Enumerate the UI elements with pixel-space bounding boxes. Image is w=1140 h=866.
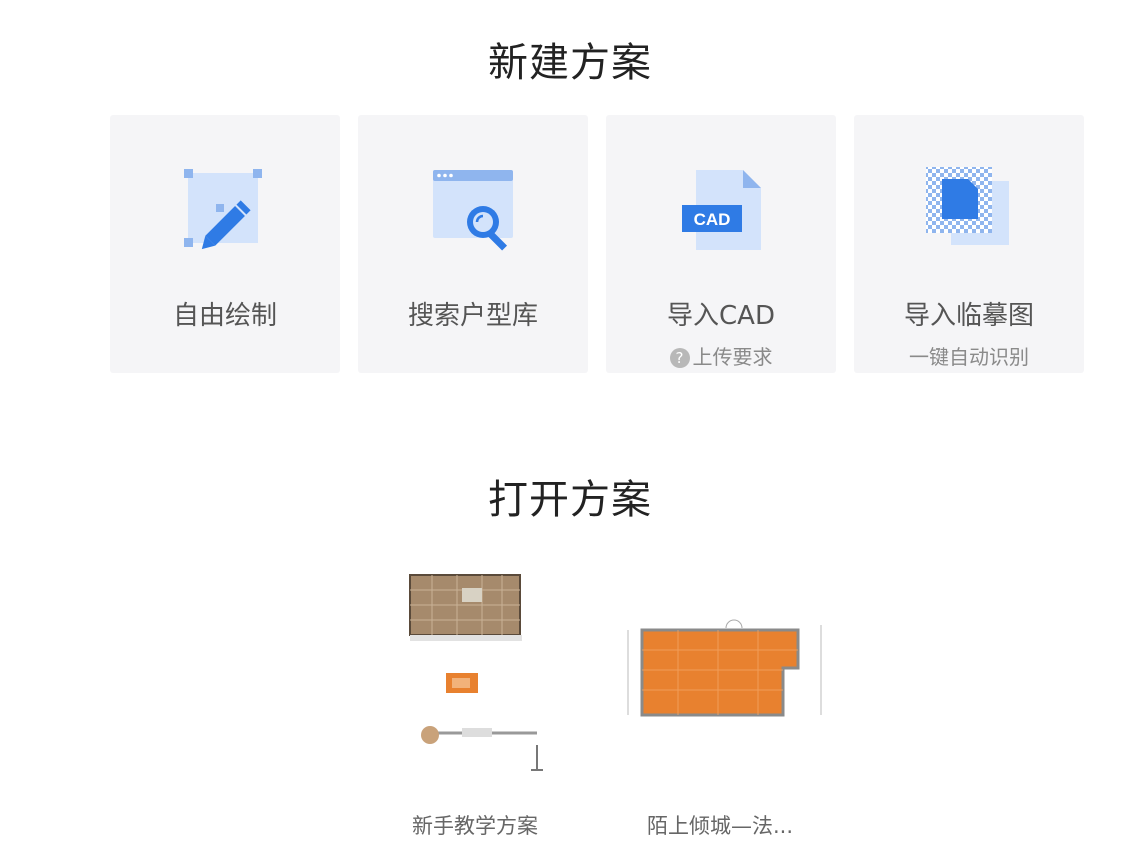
plan-name-1[interactable]: 新手教学方案 <box>370 810 580 840</box>
new-plan-title: 新建方案 <box>488 40 652 86</box>
import-cad-card[interactable]: CAD 导入CAD ? 上传要求 <box>606 115 836 373</box>
cad-file-icon: CAD <box>682 170 761 250</box>
search-floorplan-card[interactable]: 搜索户型库 <box>358 115 588 373</box>
auto-recognize-text: 一键自动识别 <box>909 345 1029 369</box>
help-icon: ? <box>669 348 690 368</box>
plan-name-2[interactable]: 陌上倾城—法... <box>615 810 825 840</box>
free-draw-label: 自由绘制 <box>172 301 277 331</box>
search-floorplan-label: 搜索户型库 <box>407 301 538 331</box>
floorplan-preview-1 <box>409 574 543 771</box>
free-draw-icon <box>184 169 262 250</box>
cad-file-icon-text: CAD <box>694 210 731 229</box>
search-floorplan-icon <box>433 170 513 251</box>
upload-requirements-text: 上传要求 <box>692 345 773 369</box>
floorplan-preview-2 <box>627 619 822 717</box>
upload-requirements-link[interactable]: ? 上传要求 <box>606 341 836 370</box>
plan-thumbnail-1[interactable] <box>402 570 612 780</box>
open-plan-title: 打开方案 <box>488 477 652 523</box>
import-cad-label: 导入CAD <box>667 301 775 331</box>
import-trace-label: 导入临摹图 <box>903 301 1034 331</box>
plan-thumbnail-2[interactable] <box>618 570 828 780</box>
free-draw-card[interactable]: 自由绘制 <box>110 115 340 373</box>
import-trace-card[interactable]: 导入临摹图 一键自动识别 <box>854 115 1084 373</box>
trace-image-icon <box>926 167 1009 245</box>
